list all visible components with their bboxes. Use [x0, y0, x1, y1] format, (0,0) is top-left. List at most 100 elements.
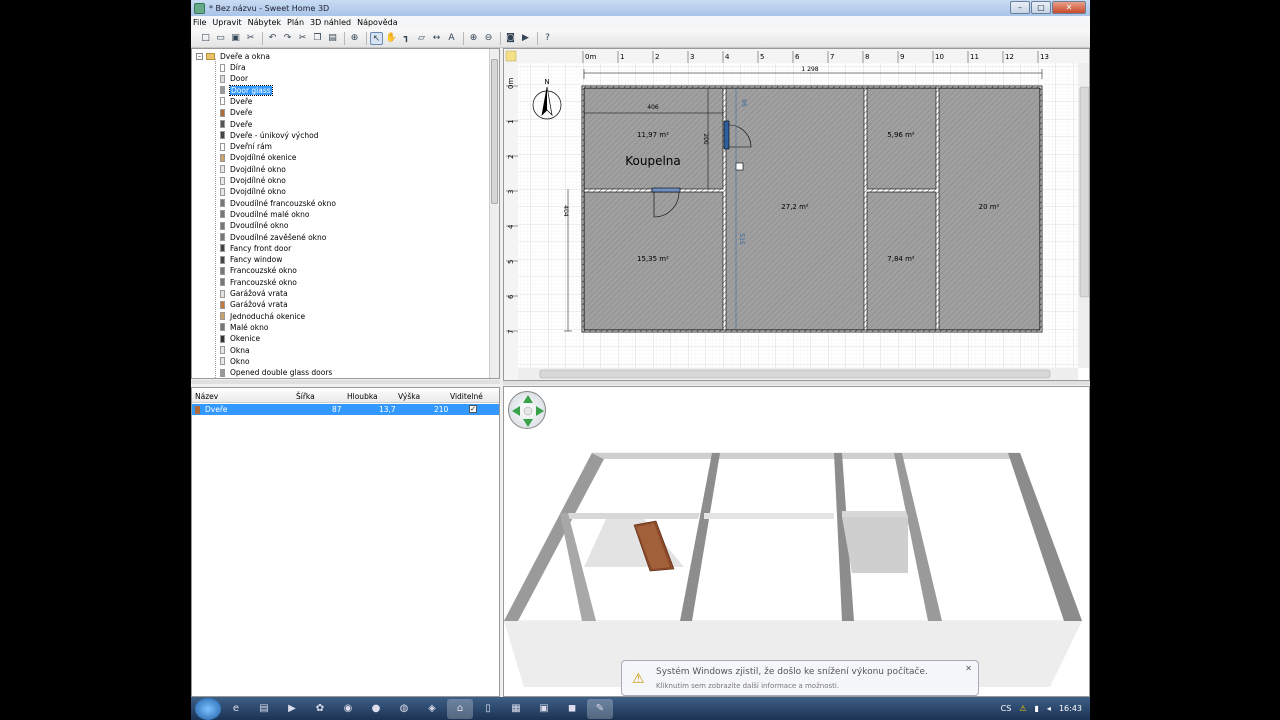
start-button[interactable]: [195, 697, 221, 720]
video-icon[interactable]: ▶: [519, 32, 532, 45]
col-width[interactable]: Šířka: [296, 392, 315, 401]
scrollbar-thumb[interactable]: [491, 59, 498, 204]
notification-close-icon[interactable]: ✕: [965, 664, 972, 673]
table-row[interactable]: Dveře 87 13,7 210 ✓: [192, 404, 499, 415]
help-icon[interactable]: ?: [541, 32, 554, 45]
plan-vscroll-thumb[interactable]: [1079, 86, 1089, 298]
app-icon-1[interactable]: ✿: [307, 699, 333, 719]
minimize-button[interactable]: –: [1010, 1, 1030, 14]
plan-canvas[interactable]: 0m 1 2 3 4 5 6 7 8 9 10 11 12 13 0m1234567 11,97 m²Ko…: [504, 49, 1090, 381]
app-icon-9[interactable]: ✎: [587, 698, 613, 719]
plan-view[interactable]: 0m 1 2 3 4 5 6 7 8 9 10 11 12 13 0m 1 2 3 4 5 6 7 11,97 m² Ko…: [503, 48, 1090, 381]
pan-icon[interactable]: ✋: [385, 32, 398, 45]
add-furniture-icon[interactable]: ⊕: [348, 32, 361, 45]
firefox-icon[interactable]: ◍: [391, 699, 417, 719]
language-indicator[interactable]: CS: [1001, 704, 1012, 713]
tree-item[interactable]: Dvoudílné zavěšené okno: [220, 232, 326, 243]
tree-item[interactable]: Dvoudílné malé okno: [220, 209, 310, 220]
tree-item[interactable]: Garážová vrata: [220, 288, 288, 299]
resize-handle-icon[interactable]: [735, 162, 744, 171]
navigation-arrows-icon[interactable]: [508, 391, 546, 429]
undo-icon[interactable]: ↶: [266, 32, 279, 45]
explorer-icon[interactable]: ▤: [251, 699, 277, 719]
ie-icon[interactable]: e: [223, 699, 249, 719]
menu-3d-view[interactable]: 3D náhled: [310, 18, 351, 27]
tree-item[interactable]: Dveřní rám: [220, 141, 272, 152]
copy-icon[interactable]: ❐: [311, 32, 324, 45]
menu-plan[interactable]: Plán: [287, 18, 304, 27]
create-walls-icon[interactable]: ┓: [400, 32, 413, 45]
col-depth[interactable]: Hloubka: [347, 392, 378, 401]
visible-checkbox[interactable]: ✓: [469, 405, 477, 413]
left-splitter[interactable]: [191, 380, 500, 384]
app-icon-8[interactable]: ◼: [559, 699, 585, 719]
right-splitter[interactable]: [503, 381, 1090, 385]
app-icon-3[interactable]: ●: [363, 699, 389, 719]
tree-collapse-icon[interactable]: –: [196, 53, 203, 60]
save-icon[interactable]: ▣: [229, 32, 242, 45]
level-tab-icon[interactable]: [505, 50, 517, 62]
app-icon-4[interactable]: ◈: [419, 699, 445, 719]
add-text-icon[interactable]: A: [445, 32, 458, 45]
menu-help[interactable]: Nápověda: [357, 18, 398, 27]
media-icon[interactable]: ▶: [279, 699, 305, 719]
tree-item[interactable]: Jednoduchá okenice: [220, 311, 305, 322]
close-button[interactable]: ✕: [1052, 1, 1086, 14]
tree-item[interactable]: Francouzské okno: [220, 277, 297, 288]
col-height[interactable]: Výška: [398, 392, 420, 401]
tree-item[interactable]: Okna: [220, 345, 250, 356]
zoom-in-icon[interactable]: ⊕: [467, 32, 480, 45]
tree-item[interactable]: Dveře: [220, 119, 252, 130]
tree-item[interactable]: Dvojdílné okno: [220, 186, 286, 197]
tree-item[interactable]: Okno: [220, 356, 250, 367]
tree-item[interactable]: Dveře - únikový východ: [220, 130, 318, 141]
tree-item[interactable]: Garážová vrata: [220, 299, 288, 310]
redo-icon[interactable]: ↷: [281, 32, 294, 45]
cut-icon[interactable]: ✂: [244, 32, 257, 45]
app-icon-5[interactable]: ▯: [475, 699, 501, 719]
col-name[interactable]: Název: [195, 392, 218, 401]
paste-icon[interactable]: ▤: [326, 32, 339, 45]
tree-item[interactable]: Door: [220, 73, 248, 84]
furniture-table[interactable]: Název Šířka Hloubka Výška Viditelné Dveř…: [191, 387, 500, 697]
create-dimensions-icon[interactable]: ↔: [430, 32, 443, 45]
tree-item[interactable]: Dvoudílné okno: [220, 220, 289, 231]
sweethome-task-icon[interactable]: ⌂: [447, 698, 473, 719]
select-icon[interactable]: ↖: [370, 31, 383, 45]
app-icon-6[interactable]: ▦: [503, 699, 529, 719]
tree-item[interactable]: Dvoudílné francouzské okno: [220, 198, 336, 209]
tree-item[interactable]: Dvojdílné okno: [220, 175, 286, 186]
room-name-label[interactable]: Koupelna: [625, 154, 681, 168]
menu-file[interactable]: File: [193, 18, 206, 27]
tree-item[interactable]: Díra: [220, 62, 246, 73]
new-icon[interactable]: □: [199, 32, 212, 45]
tree-item[interactable]: Dveře: [220, 107, 252, 118]
photo-icon[interactable]: ◙: [504, 32, 517, 45]
open-icon[interactable]: ▭: [214, 32, 227, 45]
app-icon-7[interactable]: ▣: [531, 699, 557, 719]
clock[interactable]: 16:43: [1059, 704, 1082, 713]
tree-item[interactable]: Dvojdílné okenice: [220, 152, 296, 163]
tree-item[interactable]: Dvojdílné okno: [220, 164, 286, 175]
tree-item[interactable]: Opened double glass doors: [220, 367, 332, 378]
tree-item[interactable]: Fancy window: [220, 254, 282, 265]
tree-item[interactable]: Fancy front door: [220, 243, 291, 254]
col-visible[interactable]: Viditelné: [450, 392, 483, 401]
zoom-out-icon[interactable]: ⊖: [482, 32, 495, 45]
scissors-icon[interactable]: ✂: [296, 32, 309, 45]
tree-item[interactable]: Francouzské okno: [220, 265, 297, 276]
tree-item[interactable]: Door glass: [220, 84, 273, 96]
create-rooms-icon[interactable]: ▱: [415, 32, 428, 45]
plan-hscroll-thumb[interactable]: [539, 369, 1051, 379]
3d-canvas[interactable]: [504, 387, 1090, 697]
furniture-catalog-tree[interactable]: – Dveře a okna Díra Door Door glass Dveře Dv…: [191, 48, 500, 379]
tray-volume-icon[interactable]: ◂: [1047, 704, 1051, 713]
app-icon-2[interactable]: ◉: [335, 699, 361, 719]
menu-edit[interactable]: Upravit: [212, 18, 241, 27]
tray-network-icon[interactable]: ▮: [1035, 704, 1039, 713]
menu-furniture[interactable]: Nábytek: [248, 18, 281, 27]
maximize-button[interactable]: □: [1031, 1, 1051, 14]
windows-notification[interactable]: ⚠ Systém Windows zjistil, že došlo ke sn…: [621, 660, 979, 696]
tree-item[interactable]: Okenice: [220, 333, 260, 344]
tray-warning-icon[interactable]: ⚠: [1019, 704, 1026, 713]
